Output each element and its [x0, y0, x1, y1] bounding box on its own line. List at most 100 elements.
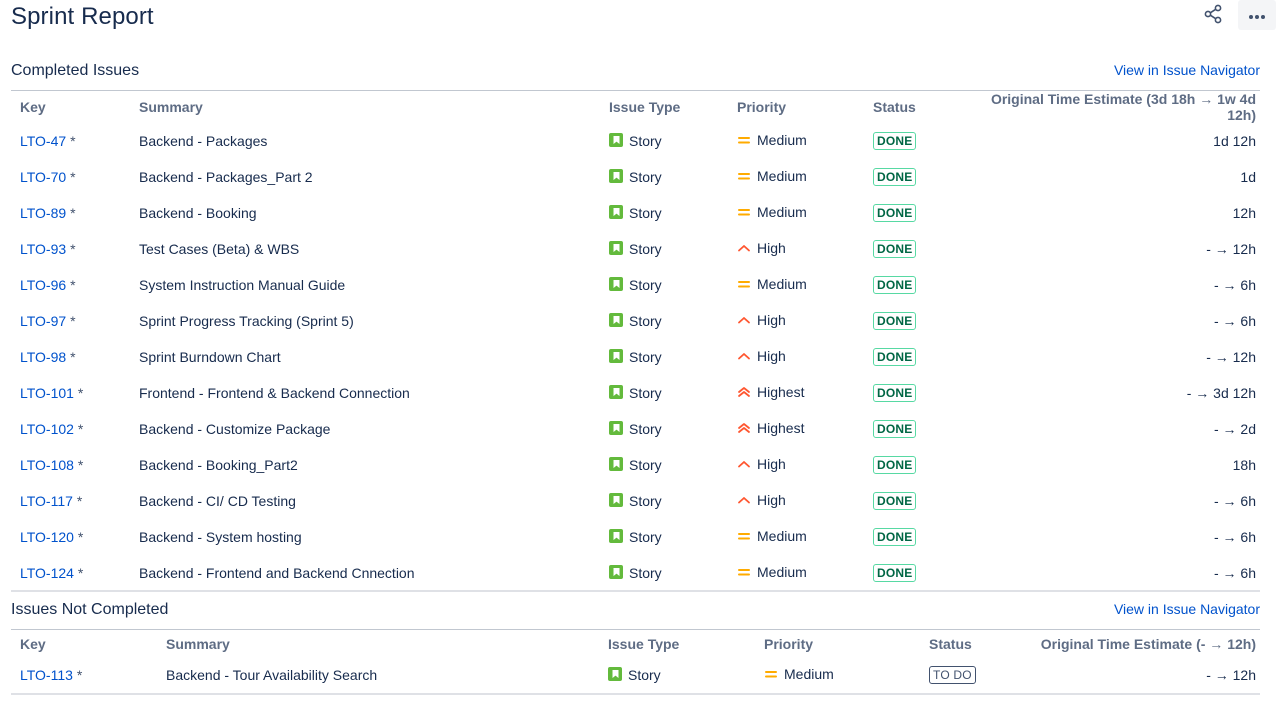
- status-badge: DONE: [873, 348, 917, 366]
- priority-high-icon: [737, 349, 751, 363]
- column-header-key[interactable]: Key: [11, 629, 157, 658]
- issue-key-link[interactable]: LTO-101: [20, 385, 74, 401]
- table-row[interactable]: LTO-98 * Sprint Burndown Chart Story High DO…: [11, 339, 1260, 375]
- issue-key-link[interactable]: LTO-113: [20, 667, 73, 683]
- more-options-button[interactable]: [1238, 0, 1276, 30]
- priority-cell: Medium: [728, 555, 864, 592]
- table-row[interactable]: LTO-93 * Test Cases (Beta) & WBS Story High…: [11, 231, 1260, 267]
- issue-type-label: Story: [629, 564, 662, 581]
- table-row[interactable]: LTO-96 * System Instruction Manual Guide S…: [11, 267, 1260, 303]
- priority-medium-icon: [737, 277, 751, 291]
- issue-type-label: Story: [629, 385, 662, 401]
- table-row[interactable]: LTO-124 * Backend - Frontend and Backend …: [11, 555, 1260, 592]
- scope-change-marker: *: [77, 529, 84, 545]
- table-row[interactable]: LTO-70 * Backend - Packages_Part 2 Story Me…: [11, 159, 1260, 195]
- column-header-estimate[interactable]: Original Time Estimate (- → 12h): [1010, 629, 1260, 658]
- scope-change-marker: *: [70, 169, 76, 185]
- issue-key-link[interactable]: LTO-117: [20, 493, 73, 509]
- column-header-status[interactable]: Status: [864, 90, 950, 123]
- time-estimate: - → 6h: [1213, 493, 1256, 509]
- issue-key-link[interactable]: LTO-124: [20, 565, 74, 581]
- completed-view-in-navigator-link[interactable]: View in Issue Navigator: [1114, 62, 1260, 78]
- column-header-issue-type[interactable]: Issue Type: [600, 90, 728, 123]
- issue-type-label: Story: [629, 241, 662, 257]
- column-header-key[interactable]: Key: [11, 90, 130, 123]
- status-cell: DONE: [864, 555, 950, 592]
- table-row[interactable]: LTO-117 * Backend - CI/ CD Testing Story Hi…: [11, 483, 1260, 519]
- table-row[interactable]: LTO-97 * Sprint Progress Tracking (Sprint…: [11, 303, 1260, 339]
- issue-key-link[interactable]: LTO-120: [20, 529, 74, 545]
- priority-label: High: [757, 492, 786, 508]
- scope-change-marker: *: [77, 421, 84, 437]
- column-header-summary[interactable]: Summary: [130, 90, 600, 123]
- not-completed-issues-table: Key Summary Issue Type Priority Status O…: [11, 629, 1260, 695]
- priority-cell: Medium: [755, 657, 920, 695]
- issue-key-link[interactable]: LTO-98: [20, 349, 66, 365]
- issue-key-link[interactable]: LTO-93: [20, 241, 66, 257]
- table-row[interactable]: LTO-113 * Backend - Tour Availability Sea…: [11, 657, 1260, 695]
- table-row[interactable]: LTO-101 * Frontend - Frontend & Backend C…: [11, 375, 1260, 411]
- issue-key-cell: LTO-96 *: [11, 267, 130, 303]
- scope-change-marker: *: [70, 133, 76, 149]
- issue-type-label: Story: [629, 493, 662, 509]
- issue-summary: Backend - CI/ CD Testing: [139, 493, 296, 509]
- issue-type-label: Story: [629, 529, 662, 545]
- status-cell: DONE: [864, 159, 950, 195]
- issue-key-cell: LTO-93 *: [11, 231, 130, 267]
- issue-type-cell: Story: [600, 123, 728, 159]
- issue-key-cell: LTO-102 *: [11, 411, 130, 447]
- story-icon: [609, 349, 623, 363]
- priority-label: High: [757, 312, 786, 328]
- time-estimate: - → 12h: [1010, 657, 1260, 695]
- time-estimate: 1d: [1240, 169, 1256, 185]
- issue-key-link[interactable]: LTO-102: [20, 421, 74, 437]
- completed-issues-body: LTO-47 * Backend - Packages Story Medium DON…: [11, 123, 1260, 592]
- status-cell: DONE: [864, 303, 950, 339]
- column-header-status[interactable]: Status: [920, 629, 1010, 658]
- issue-type-cell: Story: [600, 375, 728, 411]
- issue-type-label: Story: [629, 133, 662, 149]
- issue-summary: Backend - Customize Package: [139, 421, 331, 437]
- table-row[interactable]: LTO-102 * Backend - Customize Package Stor…: [11, 411, 1260, 447]
- column-header-priority[interactable]: Priority: [755, 629, 920, 658]
- scope-change-marker: *: [70, 205, 76, 221]
- issue-key-link[interactable]: LTO-89: [20, 205, 66, 221]
- table-header-row: Key Summary Issue Type Priority Status O…: [11, 90, 1260, 123]
- completed-section-title: Completed Issues: [11, 62, 140, 79]
- issue-type-cell: Story: [600, 519, 728, 555]
- column-header-issue-type[interactable]: Issue Type: [599, 629, 755, 658]
- priority-highest-icon: [737, 385, 751, 399]
- issue-key-link[interactable]: LTO-108: [20, 457, 74, 473]
- issue-key-link[interactable]: LTO-97: [20, 313, 66, 329]
- share-button[interactable]: [1198, 1, 1228, 29]
- scope-change-marker: *: [70, 277, 76, 293]
- time-estimate: - → 12h: [1206, 241, 1256, 257]
- story-icon: [609, 385, 623, 399]
- table-header-row: Key Summary Issue Type Priority Status O…: [11, 629, 1260, 658]
- issue-type-cell: Story: [600, 483, 728, 519]
- priority-cell: Highest: [728, 375, 864, 411]
- table-row[interactable]: LTO-89 * Backend - Booking Story Medium DONE…: [11, 195, 1260, 231]
- priority-label: High: [757, 240, 786, 256]
- time-estimate: - → 2d: [1213, 421, 1256, 437]
- table-row[interactable]: LTO-47 * Backend - Packages Story Medium DON…: [11, 123, 1260, 159]
- column-header-summary[interactable]: Summary: [157, 629, 599, 658]
- time-estimate: - → 6h: [1213, 529, 1256, 545]
- issue-key-link[interactable]: LTO-96: [20, 277, 66, 293]
- time-estimate: - → 6h: [1213, 313, 1256, 329]
- story-icon: [609, 169, 623, 183]
- column-header-priority[interactable]: Priority: [728, 90, 864, 123]
- status-cell: DONE: [864, 411, 950, 447]
- column-header-estimate[interactable]: Original Time Estimate (3d 18h → 1w 4d 1…: [950, 90, 1260, 123]
- issue-key-link[interactable]: LTO-70: [20, 169, 66, 185]
- issue-type-cell: Story: [600, 231, 728, 267]
- table-row[interactable]: LTO-120 * Backend - System hosting Story Me…: [11, 519, 1260, 555]
- scope-change-marker: *: [77, 564, 84, 581]
- issue-type-label: Story: [629, 277, 662, 293]
- table-row[interactable]: LTO-108 * Backend - Booking_Part2 Story Hig…: [11, 447, 1260, 483]
- time-estimate: 12h: [1232, 205, 1256, 221]
- issue-key-link[interactable]: LTO-47: [20, 133, 66, 149]
- not-completed-view-in-navigator-link[interactable]: View in Issue Navigator: [1114, 601, 1260, 617]
- page-title: Sprint Report: [11, 3, 154, 30]
- priority-cell: Medium: [728, 519, 864, 555]
